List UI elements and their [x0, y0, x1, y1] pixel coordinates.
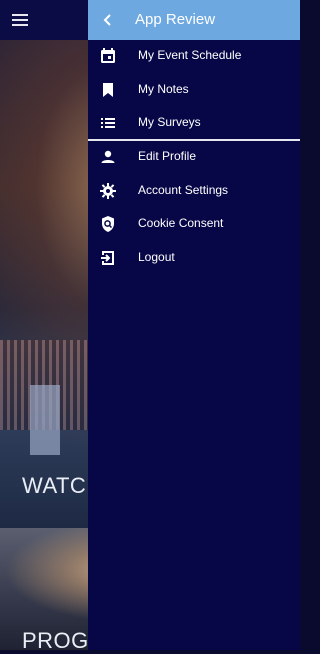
person-icon [99, 148, 117, 166]
menu-item-my-surveys[interactable]: My Surveys [88, 106, 300, 139]
menu-item-logout[interactable]: Logout [88, 241, 300, 274]
menu-item-label: My Event Schedule [138, 48, 242, 62]
menu-item-label: My Surveys [138, 115, 201, 129]
shield-search-icon [99, 215, 117, 233]
menu-item-label: Account Settings [138, 183, 229, 197]
menu-item-account-settings[interactable]: Account Settings [88, 174, 300, 207]
navigation-drawer: App Review My Event Schedule My Notes My… [88, 0, 300, 650]
drawer-title: App Review [135, 11, 216, 28]
drawer-header: App Review [88, 0, 300, 40]
hamburger-menu-icon[interactable] [12, 12, 28, 28]
logout-icon [99, 249, 117, 267]
menu-item-label: My Notes [138, 82, 189, 96]
bookmark-icon [99, 81, 117, 99]
menu-item-label: Logout [138, 250, 175, 264]
menu-item-cookie-consent[interactable]: Cookie Consent [88, 207, 300, 240]
menu-item-my-notes[interactable]: My Notes [88, 73, 300, 106]
menu-item-edit-profile[interactable]: Edit Profile [88, 140, 300, 173]
menu-item-label: Edit Profile [138, 149, 197, 163]
menu-item-label: Cookie Consent [138, 216, 224, 230]
podium-image-area [30, 385, 60, 455]
list-icon [99, 114, 117, 132]
back-chevron-icon[interactable] [98, 10, 118, 30]
gear-icon [99, 182, 117, 200]
calendar-icon [99, 47, 117, 65]
menu-item-my-event-schedule[interactable]: My Event Schedule [88, 39, 300, 72]
